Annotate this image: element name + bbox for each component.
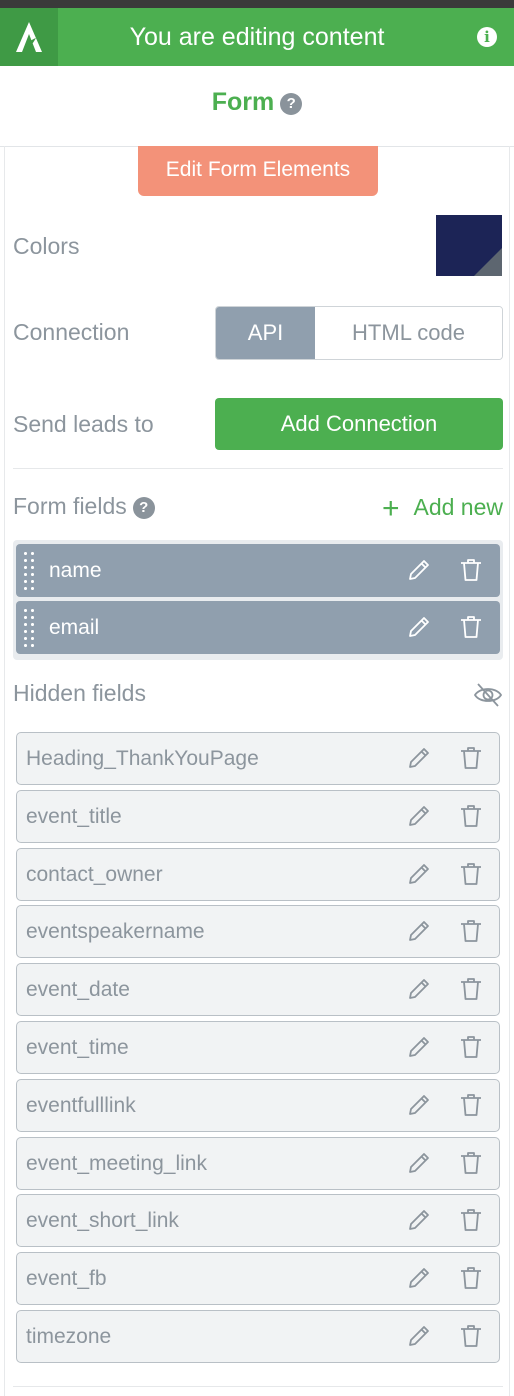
pencil-icon[interactable] [406,1150,432,1176]
section-divider [13,1386,503,1387]
connection-label: Connection [13,319,130,345]
trash-icon[interactable] [458,976,484,1002]
hidden-field-label: event_time [26,1036,129,1059]
hidden-field-row[interactable]: event_meeting_link [16,1137,500,1190]
hidden-field-row[interactable]: event_title [16,790,500,843]
drag-handle-icon[interactable] [22,550,36,591]
add-new-label: Add new [413,494,503,520]
hidden-field-label: event_fb [26,1267,107,1290]
hidden-field-label: Heading_ThankYouPage [26,747,259,770]
help-icon[interactable]: ? [280,93,303,115]
hidden-field-label: event_meeting_link [26,1152,207,1175]
pencil-icon[interactable] [406,1323,432,1349]
trash-icon[interactable] [458,803,484,829]
panel-title: Form? [0,88,514,117]
hidden-field-label: event_date [26,978,130,1001]
hidden-field-label: event_short_link [26,1209,179,1232]
trash-icon[interactable] [458,1207,484,1233]
editor-header: You are editing content i [0,8,514,66]
swatch-corner [474,248,502,276]
trash-icon[interactable] [458,918,484,944]
form-field-row[interactable]: name [16,544,500,597]
form-field-row[interactable]: email [16,601,500,654]
hidden-field-row[interactable]: eventspeakername [16,905,500,958]
trash-icon[interactable] [458,1092,484,1118]
pencil-icon[interactable] [406,918,432,944]
trash-icon[interactable] [458,557,484,583]
colors-label: Colors [13,233,80,259]
connection-option-api[interactable]: API [216,307,315,359]
hidden-field-label: event_title [26,805,122,828]
trash-icon[interactable] [458,861,484,887]
hidden-field-label: contact_owner [26,863,163,886]
panel-title-text: Form [211,88,275,116]
hidden-field-row[interactable]: event_time [16,1021,500,1074]
pencil-icon[interactable] [406,976,432,1002]
logo-icon[interactable] [0,8,58,66]
trash-icon[interactable] [458,1323,484,1349]
trash-icon[interactable] [458,614,484,640]
pencil-icon[interactable] [406,745,432,771]
hidden-field-row[interactable]: Heading_ThankYouPage [16,732,500,785]
hidden-field-label: eventspeakername [26,920,205,943]
plus-icon: + [381,492,400,525]
hidden-field-row[interactable]: eventfulllink [16,1079,500,1132]
trash-icon[interactable] [458,1265,484,1291]
trash-icon[interactable] [458,1150,484,1176]
header-title: You are editing content [129,23,385,51]
form-fields-help-icon[interactable]: ? [132,497,155,519]
hidden-field-row[interactable]: event_fb [16,1252,500,1305]
pencil-icon[interactable] [406,803,432,829]
hidden-field-label: eventfulllink [26,1094,136,1117]
form-fields-label-text: Form fields [13,493,127,519]
trash-icon[interactable] [458,1034,484,1060]
pencil-icon[interactable] [406,1207,432,1233]
eye-slash-icon[interactable] [473,682,503,708]
pencil-icon[interactable] [406,1092,432,1118]
drag-handle-icon[interactable] [22,607,36,648]
pencil-icon[interactable] [406,1034,432,1060]
hidden-fields-label: Hidden fields [13,680,146,706]
connection-toggle: API HTML code [215,306,503,360]
pencil-icon[interactable] [406,1265,432,1291]
color-swatch[interactable] [436,215,502,276]
form-field-label: email [49,616,100,639]
form-fields-label: Form fields? [13,493,155,520]
section-divider [13,468,503,469]
hidden-field-row[interactable]: event_date [16,963,500,1016]
add-connection-button[interactable]: Add Connection [215,398,503,450]
top-strip [0,0,514,8]
pencil-icon[interactable] [406,557,432,583]
hidden-field-label: timezone [26,1325,112,1348]
add-new-field-button[interactable]: + Add new [382,492,503,526]
hidden-field-row[interactable]: contact_owner [16,848,500,901]
hidden-field-row[interactable]: timezone [16,1310,500,1363]
pencil-icon[interactable] [406,614,432,640]
panel-title-bar: Form? [0,66,514,147]
info-icon[interactable]: i [477,27,497,47]
edit-form-elements-button[interactable]: Edit Form Elements [138,146,378,196]
hidden-field-row[interactable]: event_short_link [16,1194,500,1247]
trash-icon[interactable] [458,745,484,771]
connection-option-html-code[interactable]: HTML code [315,307,502,359]
send-leads-label: Send leads to [13,411,154,437]
pencil-icon[interactable] [406,861,432,887]
form-field-label: name [49,559,102,582]
